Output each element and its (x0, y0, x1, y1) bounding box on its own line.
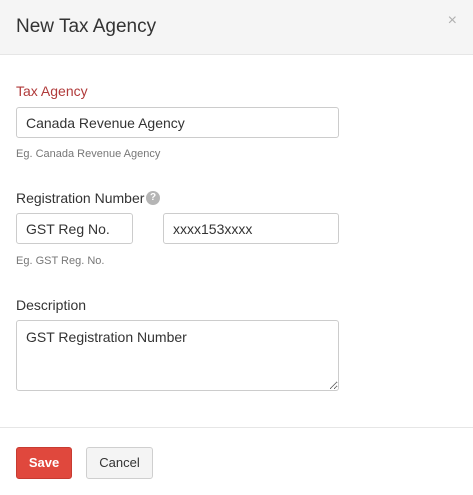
new-tax-agency-dialog: New Tax Agency × Tax Agency Eg. Canada R… (0, 0, 473, 495)
tax-agency-hint: Eg. Canada Revenue Agency (16, 148, 161, 160)
registration-number-input[interactable] (163, 213, 339, 244)
tax-agency-label: Tax Agency (16, 83, 88, 99)
save-button[interactable]: Save (16, 447, 72, 479)
close-icon[interactable]: × (448, 13, 457, 29)
description-label: Description (16, 297, 87, 313)
tax-agency-input[interactable] (16, 107, 339, 138)
footer-divider (0, 427, 473, 428)
registration-hint: Eg. GST Reg. No. (16, 255, 105, 267)
description-textarea[interactable]: GST Registration Number (16, 320, 339, 391)
registration-number-label: Registration Number (16, 190, 145, 206)
help-icon[interactable]: ? (146, 191, 160, 205)
registration-name-input[interactable] (16, 213, 133, 244)
dialog-header: New Tax Agency × (0, 0, 473, 55)
dialog-title: New Tax Agency (16, 16, 157, 37)
cancel-button[interactable]: Cancel (86, 447, 153, 479)
